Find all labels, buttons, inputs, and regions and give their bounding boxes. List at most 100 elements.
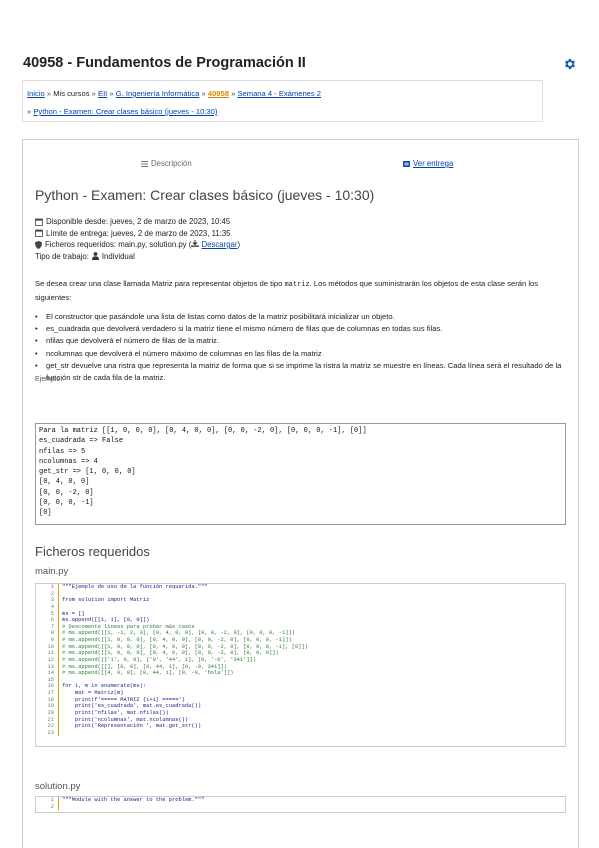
breadcrumb-degree[interactable]: G. Ingeniería Informática xyxy=(116,89,200,98)
code-text: # ms.append([[1, 0, 0, 0], [0, 4, 0, 0],… xyxy=(62,650,279,657)
line-number: 14 xyxy=(47,670,54,677)
example-box: Para la matriz [[1, 0, 0, 0], [0, 4, 0, … xyxy=(35,423,566,525)
gutter xyxy=(58,709,59,717)
code-line: 2 xyxy=(36,590,565,598)
code-line: 17 mat = Matriz(m) xyxy=(36,690,565,697)
line-number: 3 xyxy=(50,597,54,604)
gutter xyxy=(58,729,59,737)
code-line: 5 ms = [] xyxy=(36,610,565,618)
gutter xyxy=(58,696,59,704)
shield-icon xyxy=(35,240,42,249)
code-text: """Ejemplo de uso de la función requerid… xyxy=(62,584,208,590)
code-line: 1 """Module with the answer to the proble… xyxy=(36,797,565,804)
code-line: 18 print(f'===== MATRIZ {i+1} =====') xyxy=(36,696,565,704)
gutter xyxy=(58,803,59,811)
code-line: 9 # ms.append([[1, 0, 0, 0], [0, 4, 0, 0]… xyxy=(36,637,565,644)
line-number: 17 xyxy=(47,690,54,696)
intro-text-a: Se desea crear una clase llamada Matriz … xyxy=(35,279,285,288)
code-line: 15 xyxy=(36,676,565,684)
due-date: Límite de entrega: jueves, 2 de marzo de… xyxy=(46,228,231,238)
gutter xyxy=(58,683,59,690)
line-number: 23 xyxy=(47,729,54,736)
gutter xyxy=(58,656,59,664)
main-file-name: main.py xyxy=(35,566,69,577)
code-line: 8 # ms.append([[1, -1, 2, 3], [0, 4, 0, 0… xyxy=(36,630,565,637)
calendar-icon xyxy=(35,229,43,238)
line-number: 11 xyxy=(47,650,54,657)
line-number: 15 xyxy=(47,676,54,683)
list-item: ncolumnas que devolverá el número máximo… xyxy=(35,348,570,360)
gear-icon[interactable] xyxy=(563,57,577,71)
breadcrumb-home[interactable]: Inicio xyxy=(27,89,45,98)
list-item: nfilas que devolverá el número de filas … xyxy=(35,335,570,347)
gutter xyxy=(58,690,59,697)
example-label: Ejemplo: xyxy=(35,376,63,383)
tab-description-label: Descripción xyxy=(151,159,192,168)
code-text: print('es_cuadrada', mat.es_cuadrada()) xyxy=(62,703,202,710)
gutter xyxy=(58,584,59,591)
tab-submission-label: Ver entrega xyxy=(413,159,454,168)
code-line: 2 xyxy=(36,803,565,811)
code-line: 19 print('es_cuadrada', mat.es_cuadrada(… xyxy=(36,703,565,710)
required-files-close: ) xyxy=(237,240,241,249)
code-line: 13 # ms.append([[], [0, 0], [0, 44, 1], [… xyxy=(36,663,565,671)
available-from: Disponible desde: jueves, 2 de marzo de … xyxy=(46,217,231,226)
breadcrumb-course[interactable]: 40958 xyxy=(208,89,229,98)
gutter xyxy=(58,716,59,724)
code-text: # ms.append([[1, -1, 2, 3], [0, 4, 0, 0]… xyxy=(62,630,295,637)
download-link[interactable]: Descargar xyxy=(202,240,238,249)
intro-code: matriz xyxy=(284,281,310,289)
gutter xyxy=(58,623,59,631)
code-text: # ms.append([[], [0, 0], [0, 44, 1], [0,… xyxy=(62,663,227,670)
intro-text: Se desea crear una clase llamada Matriz … xyxy=(35,278,565,304)
download-icon xyxy=(191,240,200,247)
gutter xyxy=(58,637,59,644)
line-number: 7 xyxy=(50,623,54,630)
user-icon xyxy=(91,252,99,261)
activity-panel: Descripción Ver entrega Python - Examen:… xyxy=(22,139,579,848)
code-text: print(f'===== MATRIZ {i+1} =====') xyxy=(62,696,185,703)
line-number: 13 xyxy=(47,663,54,670)
gutter xyxy=(58,630,59,637)
tab-description[interactable]: Descripción xyxy=(141,159,192,168)
code-line: 16 for i, m in enumerate(ms): xyxy=(36,683,565,690)
breadcrumb-week[interactable]: Semana 4 - Exámenes 2 xyxy=(237,89,321,98)
code-line: 23 xyxy=(36,729,565,737)
activity-meta: Disponible desde: jueves, 2 de marzo de … xyxy=(35,216,240,262)
required-files: Ficheros requeridos: main.py, solution.p… xyxy=(45,240,192,249)
line-number: 2 xyxy=(50,590,54,597)
code-line: 12 # ms.append([['1', 0, 0], ['0', '44', … xyxy=(36,656,565,664)
breadcrumb-current[interactable]: Python - Examen: Crear clases básico (ju… xyxy=(33,107,217,116)
code-text: print('Representación ', mat.get_str()) xyxy=(62,723,202,730)
gutter xyxy=(58,650,59,657)
code-line: 21 print('ncolumnas', mat.ncolumnas()) xyxy=(36,716,565,724)
solution-code-viewer[interactable]: 1 """Module with the answer to the proble… xyxy=(35,796,566,813)
line-number: 2 xyxy=(50,803,54,810)
main-code-viewer[interactable]: 1 """Ejemplo de uso de la función requeri… xyxy=(35,583,566,747)
course-title: 40958 - Fundamentos de Programación II xyxy=(23,55,306,71)
line-number: 8 xyxy=(50,630,54,637)
code-text: # Descomente líneas para probar más caso… xyxy=(62,623,195,630)
line-number: 19 xyxy=(47,703,54,710)
tab-submission[interactable]: Ver entrega xyxy=(403,159,453,168)
code-line: 20 print('nfilas', mat.nfilas()) xyxy=(36,709,565,717)
gutter xyxy=(58,797,59,804)
required-files-heading: Ficheros requeridos xyxy=(35,544,150,559)
gutter xyxy=(58,603,59,611)
line-number: 4 xyxy=(50,603,54,610)
gutter xyxy=(58,676,59,684)
line-number: 1 xyxy=(50,797,54,803)
code-line: 3 from solution import Matriz xyxy=(36,597,565,604)
breadcrumb-eii[interactable]: EII xyxy=(98,89,107,98)
gutter xyxy=(58,610,59,618)
gutter xyxy=(58,590,59,598)
line-number: 22 xyxy=(47,723,54,730)
code-text: from solution import Matriz xyxy=(62,597,150,604)
tab-bar: Descripción Ver entrega xyxy=(23,140,578,180)
activity-title: Python - Examen: Crear clases básico (ju… xyxy=(35,187,375,203)
breadcrumb-separator: » xyxy=(91,89,96,98)
code-text: ms.append([[1, 1], [0, 0]]) xyxy=(62,617,150,624)
code-line: 7 # Descomente líneas para probar más cas… xyxy=(36,623,565,631)
gutter xyxy=(58,670,59,677)
code-text: # ms.append([[1, 0, 0, 0], [0, 4, 0, 0],… xyxy=(62,643,308,650)
